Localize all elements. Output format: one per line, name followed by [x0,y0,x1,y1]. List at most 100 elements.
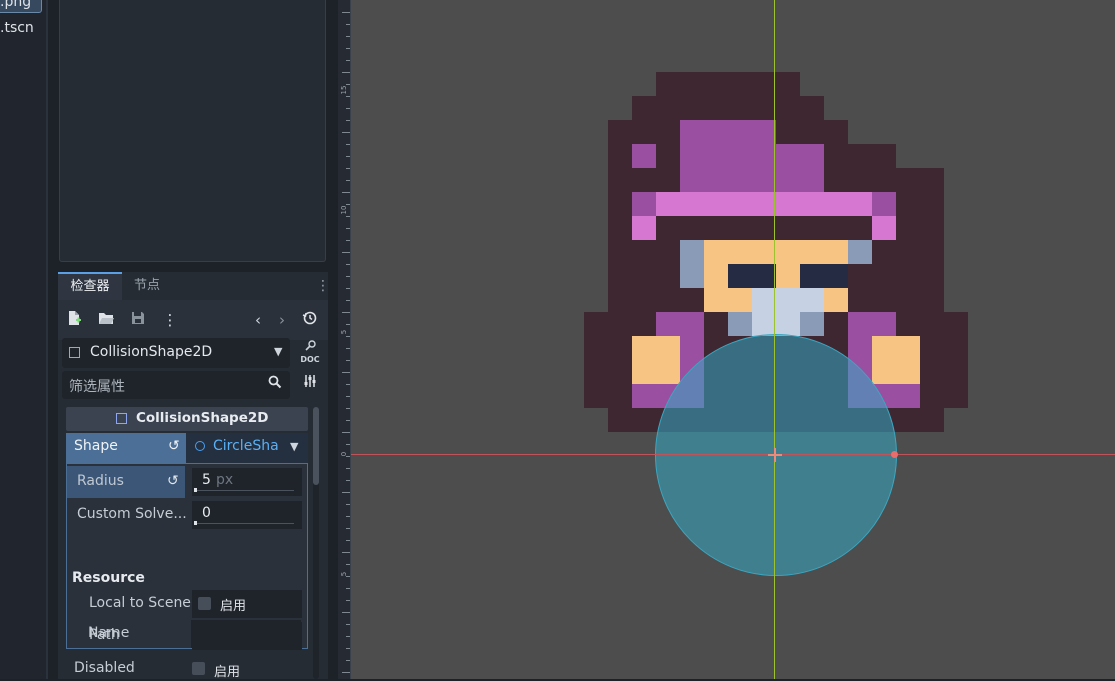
vertical-ruler: 15 10 5 0 5 [338,0,351,679]
ruler-tick [346,588,350,589]
disabled-label: Disabled [74,660,135,676]
search-icon [268,375,282,393]
ruler-tick [346,168,350,169]
scene-tree-panel [59,0,326,262]
ruler-tick [346,648,350,649]
shape-resource-value: CircleSha [213,438,279,454]
custom-solver-spinbox[interactable]: 0 [192,501,302,529]
circle-shape-icon [195,441,205,451]
ruler-label: 10 [340,205,348,215]
ruler-tick [346,36,350,37]
custom-solver-value: 0 [202,505,211,521]
local-to-scene-label: Local to Scene [89,595,191,611]
ruler-tick [342,552,350,553]
property-radius: Radius ↺ 5 px [67,466,306,498]
new-resource-icon[interactable] [64,310,84,330]
property-shape: Shape ↺ CircleSha ▼ [66,433,308,463]
filter-placeholder: 筛选属性 [69,379,125,395]
ruler-label: 0 [340,451,348,457]
file-item-tscn-label[interactable]: .tscn [0,20,34,36]
ruler-tick [346,396,350,397]
doc-help-icon[interactable]: DOC [298,340,322,366]
radius-handle[interactable] [891,451,898,458]
custom-solver-slider[interactable] [194,521,294,525]
property-tools-icon[interactable] [298,373,322,397]
ruler-tick [346,384,350,385]
node-selector-label: CollisionShape2D [90,344,213,360]
inspector-toolbar: ⋮ ‹ › [58,300,328,340]
property-shape-key: Shape ↺ [66,433,186,463]
ruler-tick [342,612,350,613]
class-section-header[interactable]: CollisionShape2D [66,407,308,431]
ruler-tick [346,180,350,181]
ruler-tick [342,372,350,373]
file-item-png-label[interactable]: .png [0,0,31,10]
radius-spinbox[interactable]: 5 px [192,468,302,496]
disabled-checkbox-label: 启用 [214,665,241,680]
filter-properties-input[interactable]: 筛选属性 [62,371,290,399]
ruler-tick [346,600,350,601]
checkbox-box[interactable] [198,597,211,610]
ruler-tick [346,108,350,109]
ruler-tick [346,216,350,217]
tab-node[interactable]: 节点 [122,272,172,300]
save-icon[interactable] [128,310,148,330]
ruler-tick [346,300,350,301]
radius-unit: px [216,472,234,488]
shape-resource-picker[interactable]: CircleSha ▼ [186,433,308,463]
node-selector[interactable]: CollisionShape2D ▼ [62,338,290,368]
ruler-tick [346,360,350,361]
ruler-tick [346,264,350,265]
inspector-panel: 检查器 节点 ⋮ ⋮ ‹ › CollisionShape2D ▼ DOC 筛选… [58,272,330,681]
history-forward-icon[interactable]: › [272,310,292,330]
ruler-tick [346,504,350,505]
recent-history-icon[interactable] [300,310,320,330]
ruler-tick [346,96,350,97]
property-local-to-scene: Local to Scene 启用 [67,588,306,620]
ruler-tick [342,312,350,313]
property-name: Name [66,618,305,650]
canvas-viewport[interactable]: 15 10 5 0 5 [338,0,1115,679]
disabled-checkbox[interactable] [192,662,205,675]
ruler-label: 5 [340,329,348,335]
ruler-tick [346,240,350,241]
more-options-icon[interactable]: ⋮ [160,310,180,330]
ruler-tick [346,660,350,661]
ruler-tick [342,432,350,433]
ruler-tick [346,48,350,49]
ruler-tick [342,252,350,253]
ruler-tick [346,120,350,121]
ruler-tick [346,276,350,277]
revert-icon[interactable]: ↺ [168,438,180,454]
ruler-tick [342,192,350,193]
scrollbar-thumb[interactable] [313,407,319,485]
pivot-marker[interactable] [768,448,782,462]
inspector-scrollbar[interactable] [313,407,319,679]
property-disabled: Disabled 启用 [66,657,308,681]
ruler-tick [346,228,350,229]
dock-menu-icon[interactable]: ⋮ [316,272,330,300]
ruler-tick [342,132,350,133]
local-to-scene-checkbox-label: 启用 [220,599,247,614]
filesystem-panel: .png .tscn [0,0,46,679]
resource-section-title[interactable]: Resource [72,570,145,586]
open-folder-icon[interactable] [96,310,116,330]
name-label: Name [88,625,130,641]
name-input[interactable] [191,620,301,648]
ruler-tick [346,420,350,421]
collision-shape-icon [69,347,80,358]
revert-icon[interactable]: ↺ [167,473,179,489]
ruler-tick [346,528,350,529]
radius-slider[interactable] [194,488,294,492]
x-axis-line [351,454,1115,455]
history-back-icon[interactable]: ‹ [248,310,268,330]
ruler-tick [346,480,350,481]
ruler-tick [346,540,350,541]
chevron-down-icon: ▼ [274,345,283,358]
upper-dock [48,0,338,272]
tab-inspector[interactable]: 检查器 [58,272,122,300]
ruler-tick [346,60,350,61]
local-to-scene-checkbox[interactable]: 启用 [192,590,302,618]
ruler-tick [346,24,350,25]
chevron-down-icon[interactable]: ▼ [290,440,298,453]
